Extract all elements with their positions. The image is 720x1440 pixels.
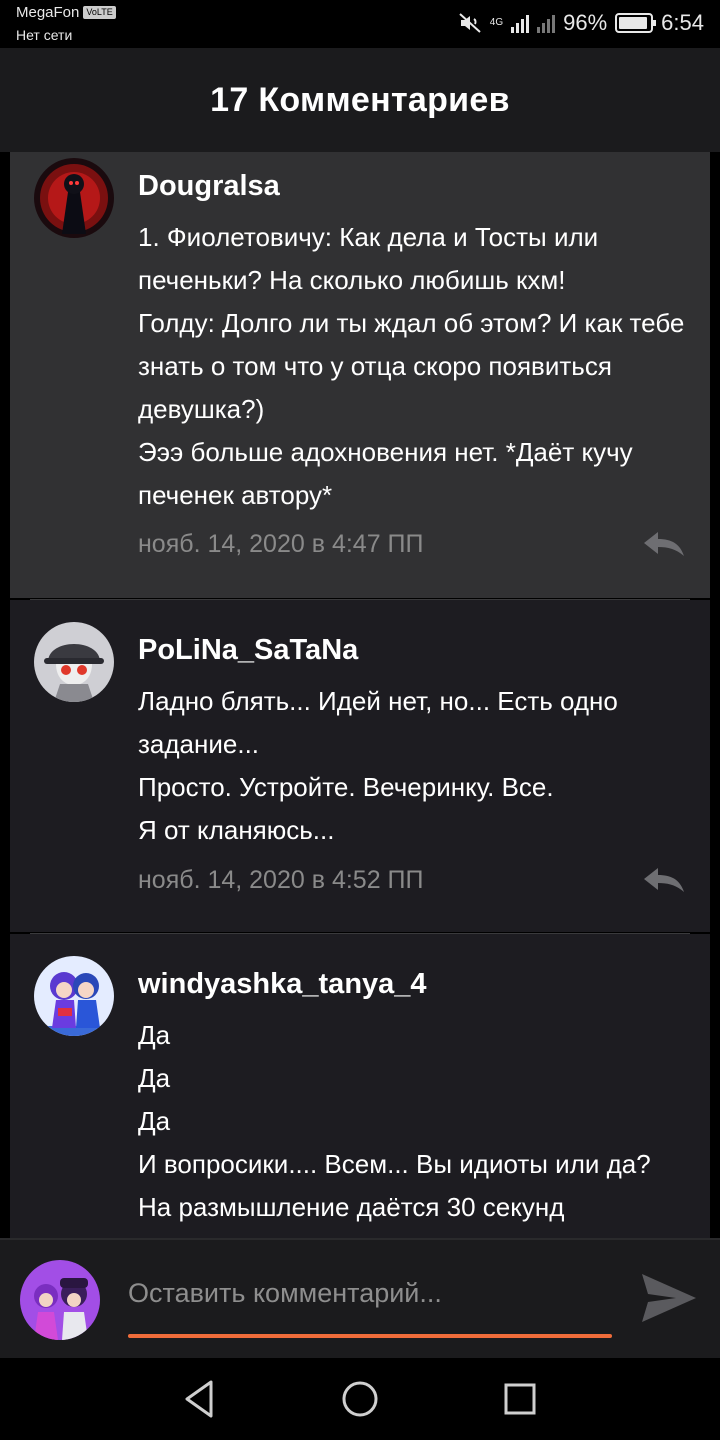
comment-item[interactable]: PoLiNa_SaTaNa Ладно блять... Идей нет, н…: [10, 600, 710, 932]
comment-item[interactable]: windyashka_tanya_4 Да Да Да И вопросики.…: [10, 934, 710, 1238]
user-avatar[interactable]: [34, 622, 114, 702]
comments-header: 17 Комментариев: [0, 48, 720, 152]
comment-username[interactable]: Dougralsa: [138, 170, 280, 203]
system-nav-bar: [0, 1358, 720, 1440]
carrier-name: MegaFon VoLTE: [16, 4, 116, 22]
avatar-purple-icon: [20, 1260, 100, 1340]
comment-input-bar: [0, 1238, 720, 1358]
home-icon[interactable]: [337, 1376, 383, 1422]
clock: 6:54: [661, 10, 704, 35]
input-underline: [128, 1334, 612, 1338]
comment-body: Ладно блять... Идей нет, но... Есть одно…: [138, 686, 618, 845]
avatar-grey-hat-icon: [34, 622, 114, 702]
network-status: Нет сети: [16, 27, 73, 43]
avatar-blue-purple-icon: [34, 956, 114, 1036]
comment-body: 1. Фиолетовичу: Как дела и Тосты или печ…: [138, 222, 685, 510]
comment-timestamp: нояб. 14, 2020 в 4:52 ПП: [138, 866, 424, 894]
signal-no-service-icon: [537, 13, 556, 33]
volte-badge: VoLTE: [83, 6, 116, 19]
comment-username[interactable]: windyashka_tanya_4: [138, 968, 427, 1001]
user-avatar[interactable]: [34, 956, 114, 1036]
comment-timestamp: нояб. 14, 2020 в 4:47 ПП: [138, 530, 424, 558]
status-icons: 4G 96% 6:54: [458, 8, 704, 38]
battery-icon: [615, 13, 657, 33]
send-icon[interactable]: [638, 1270, 700, 1326]
reply-icon[interactable]: [642, 530, 686, 558]
network-type-label: 4G: [489, 17, 504, 28]
back-icon[interactable]: [177, 1376, 223, 1422]
user-avatar[interactable]: [34, 158, 114, 238]
page-title: 17 Комментариев: [210, 80, 510, 119]
signal-icon: [511, 13, 530, 33]
current-user-avatar[interactable]: [20, 1260, 100, 1340]
comment-input[interactable]: [128, 1270, 612, 1316]
comments-list[interactable]: Dougralsa 1. Фиолетовичу: Как дела и Тос…: [0, 152, 720, 1238]
recents-icon[interactable]: [497, 1376, 543, 1422]
comment-username[interactable]: PoLiNa_SaTaNa: [138, 634, 358, 667]
mute-icon: [459, 13, 481, 33]
status-bar: MegaFon VoLTE Нет сети 4G 96% 6:54: [0, 0, 720, 48]
comment-body: Да Да Да И вопросики.... Всем... Вы идио…: [138, 1020, 651, 1222]
comment-item[interactable]: Dougralsa 1. Фиолетовичу: Как дела и Тос…: [10, 152, 710, 598]
reply-icon[interactable]: [642, 866, 686, 894]
carrier-label: MegaFon: [16, 4, 80, 21]
battery-percent: 96%: [563, 10, 608, 35]
avatar-red-dark-icon: [34, 158, 114, 238]
